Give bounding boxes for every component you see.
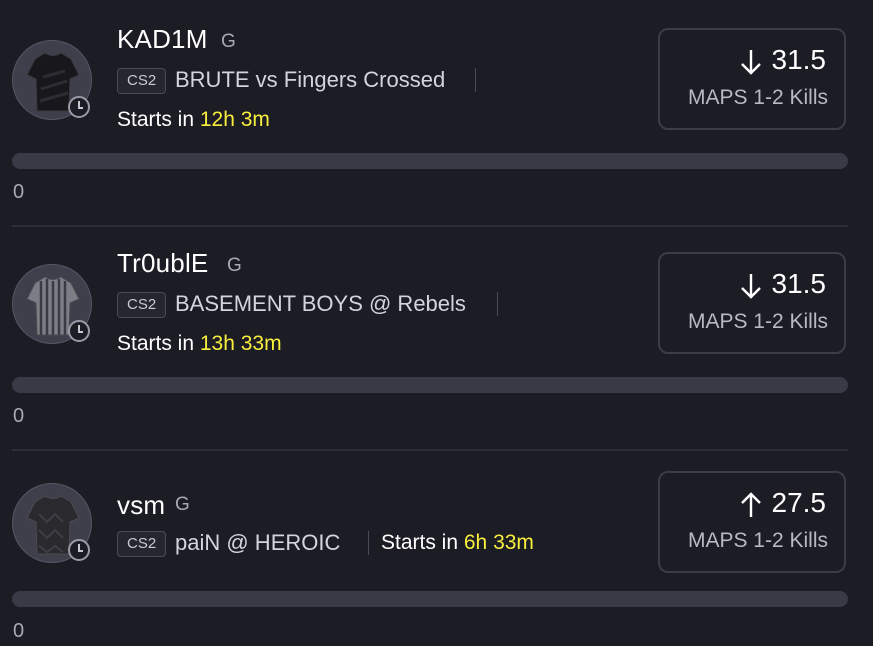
player-name[interactable]: vsm bbox=[117, 490, 165, 521]
start-time: Starts in 6h 33m bbox=[381, 531, 534, 555]
progress-track bbox=[12, 591, 848, 607]
projection-line: 31.5 bbox=[771, 44, 827, 75]
player-name[interactable]: KAD1M bbox=[117, 24, 208, 55]
arrow-down-icon bbox=[741, 274, 761, 299]
player-position: G bbox=[227, 255, 242, 276]
arrow-up-icon bbox=[741, 492, 761, 517]
projection-stat: MAPS 1-2 Kills bbox=[687, 529, 828, 552]
arrow-down-icon bbox=[741, 50, 761, 75]
progress-track bbox=[12, 377, 848, 393]
divider bbox=[368, 531, 369, 555]
progress-count: 0 bbox=[13, 181, 25, 203]
card-divider bbox=[12, 225, 848, 227]
matchup-text: BRUTE vs Fingers Crossed bbox=[175, 67, 446, 92]
clock-icon bbox=[68, 539, 90, 561]
projection-button[interactable]: 31.5 MAPS 1-2 Kills bbox=[658, 28, 846, 130]
projection-button[interactable]: 31.5 MAPS 1-2 Kills bbox=[658, 252, 846, 354]
starts-time-value: 6h 33m bbox=[463, 531, 534, 554]
projection-stat: MAPS 1-2 Kills bbox=[687, 310, 828, 333]
league-badge: CS2 bbox=[117, 292, 167, 318]
starts-time-value: 12h 3m bbox=[199, 108, 270, 131]
divider bbox=[475, 68, 476, 92]
player-position: G bbox=[175, 494, 190, 515]
matchup-text: paiN @ HEROIC bbox=[175, 530, 341, 555]
projection-stat: MAPS 1-2 Kills bbox=[687, 86, 828, 109]
projection-line: 31.5 bbox=[771, 268, 827, 299]
clock-icon bbox=[68, 96, 90, 118]
player-name[interactable]: Tr0ublE bbox=[117, 248, 208, 279]
starts-prefix: Starts in bbox=[381, 531, 459, 554]
start-time: Starts in 12h 3m bbox=[117, 108, 270, 132]
starts-time-value: 13h 33m bbox=[199, 332, 282, 355]
progress-track bbox=[12, 153, 848, 169]
progress-count: 0 bbox=[13, 405, 25, 427]
card-divider bbox=[12, 449, 848, 451]
projection-line: 27.5 bbox=[771, 487, 827, 518]
clock-icon bbox=[68, 320, 90, 342]
league-badge: CS2 bbox=[117, 68, 167, 94]
matchup-text: BASEMENT BOYS @ Rebels bbox=[175, 291, 466, 316]
projection-button[interactable]: 27.5 MAPS 1-2 Kills bbox=[658, 471, 846, 573]
progress-count: 0 bbox=[13, 620, 25, 642]
divider bbox=[497, 292, 498, 316]
starts-prefix: Starts in bbox=[117, 108, 195, 131]
player-position: G bbox=[221, 31, 236, 52]
start-time: Starts in 13h 33m bbox=[117, 332, 282, 356]
starts-prefix: Starts in bbox=[117, 332, 195, 355]
league-badge: CS2 bbox=[117, 531, 167, 557]
